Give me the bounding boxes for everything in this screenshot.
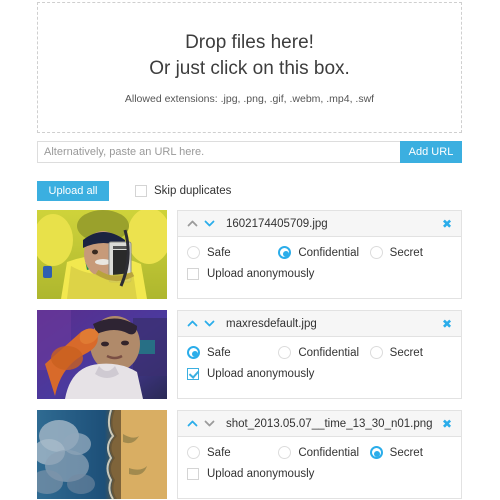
file-panel-header: shot_2013.05.07__time_13_30_n01.png ✖ (178, 411, 461, 437)
url-input[interactable] (37, 141, 400, 163)
privacy-option-secret[interactable]: Secret (369, 346, 455, 359)
upload-anonymously-checkbox[interactable] (187, 268, 199, 280)
privacy-option-safe[interactable]: Safe (187, 446, 272, 459)
move-down-icon[interactable] (203, 317, 216, 330)
privacy-radio-secret[interactable] (369, 346, 383, 359)
privacy-option-label: Confidential (298, 346, 360, 359)
dropzone-allowed-extensions: Allowed extensions: .jpg, .png, .gif, .w… (124, 92, 375, 105)
file-dropzone[interactable]: Drop files here! Or just click on this b… (37, 2, 462, 133)
file-name: maxresdefault.jpg (226, 317, 317, 330)
privacy-option-confidential[interactable]: Confidential (278, 446, 363, 459)
file-panel-body: Safe Confidential Secret Upload anonymou… (178, 437, 461, 480)
file-thumbnail[interactable] (37, 310, 167, 399)
privacy-radio-safe[interactable] (187, 346, 200, 359)
upload-anonymously-label: Upload anonymously (207, 268, 315, 280)
privacy-option-label: Secret (389, 446, 423, 459)
privacy-option-confidential[interactable]: Confidential (278, 246, 363, 259)
move-up-icon[interactable] (186, 317, 199, 330)
privacy-radio-group: Safe Confidential Secret (187, 246, 461, 259)
privacy-option-label: Secret (389, 246, 423, 259)
move-down-icon[interactable] (203, 417, 216, 430)
skip-duplicates-control[interactable]: Skip duplicates (135, 185, 231, 197)
remove-file-icon[interactable]: ✖ (442, 418, 452, 430)
upload-anonymously-checkbox[interactable] (187, 368, 199, 380)
privacy-option-label: Safe (207, 246, 231, 259)
privacy-radio-secret[interactable] (369, 246, 383, 259)
privacy-radio-secret[interactable] (369, 446, 383, 459)
remove-file-icon[interactable]: ✖ (442, 218, 452, 230)
privacy-option-label: Confidential (298, 246, 360, 259)
move-up-icon[interactable] (186, 217, 199, 230)
privacy-option-confidential[interactable]: Confidential (278, 346, 363, 359)
file-item: 1602174405709.jpg ✖ Safe Confidential Se… (37, 210, 462, 299)
upload-anonymously-control[interactable]: Upload anonymously (187, 268, 461, 280)
privacy-radio-confidential[interactable] (278, 446, 292, 459)
file-panel-header: 1602174405709.jpg ✖ (178, 211, 461, 237)
privacy-option-label: Safe (207, 346, 231, 359)
move-up-icon[interactable] (186, 417, 199, 430)
upload-page: Drop files here! Or just click on this b… (0, 0, 500, 500)
privacy-option-label: Secret (389, 346, 423, 359)
upload-anonymously-checkbox[interactable] (187, 468, 199, 480)
file-panel-body: Safe Confidential Secret Upload anonymou… (178, 237, 461, 280)
upload-actions-row: Upload all Skip duplicates (37, 181, 462, 201)
dropzone-headline: Drop files here! (185, 31, 314, 53)
add-url-button[interactable]: Add URL (400, 141, 462, 163)
upload-anonymously-control[interactable]: Upload anonymously (187, 368, 461, 380)
file-panel: 1602174405709.jpg ✖ Safe Confidential Se… (177, 210, 462, 299)
url-input-row: Add URL (37, 141, 462, 163)
privacy-option-secret[interactable]: Secret (369, 446, 455, 459)
upload-anonymously-label: Upload anonymously (207, 368, 315, 380)
dropzone-subline: Or just click on this box. (149, 57, 350, 79)
privacy-option-label: Safe (207, 446, 231, 459)
privacy-radio-confidential[interactable] (278, 346, 292, 359)
file-thumbnail[interactable] (37, 410, 167, 499)
privacy-radio-group: Safe Confidential Secret (187, 446, 461, 459)
file-panel: shot_2013.05.07__time_13_30_n01.png ✖ Sa… (177, 410, 462, 499)
upload-anonymously-label: Upload anonymously (207, 468, 315, 480)
file-panel: maxresdefault.jpg ✖ Safe Confidential Se… (177, 310, 462, 399)
file-item: maxresdefault.jpg ✖ Safe Confidential Se… (37, 310, 462, 399)
file-thumbnail[interactable] (37, 210, 167, 299)
privacy-radio-safe[interactable] (187, 246, 200, 259)
privacy-radio-group: Safe Confidential Secret (187, 346, 461, 359)
privacy-option-label: Confidential (298, 446, 360, 459)
privacy-radio-safe[interactable] (187, 446, 200, 459)
file-panel-header: maxresdefault.jpg ✖ (178, 311, 461, 337)
file-panel-body: Safe Confidential Secret Upload anonymou… (178, 337, 461, 380)
file-name: 1602174405709.jpg (226, 217, 328, 230)
privacy-option-safe[interactable]: Safe (187, 346, 272, 359)
skip-duplicates-checkbox[interactable] (135, 185, 147, 197)
privacy-option-secret[interactable]: Secret (369, 246, 455, 259)
upload-anonymously-control[interactable]: Upload anonymously (187, 468, 461, 480)
file-item: shot_2013.05.07__time_13_30_n01.png ✖ Sa… (37, 410, 462, 499)
privacy-radio-confidential[interactable] (278, 246, 292, 259)
upload-all-button[interactable]: Upload all (37, 181, 109, 201)
file-name: shot_2013.05.07__time_13_30_n01.png (226, 417, 433, 430)
move-down-icon[interactable] (203, 217, 216, 230)
remove-file-icon[interactable]: ✖ (442, 318, 452, 330)
skip-duplicates-label: Skip duplicates (154, 185, 232, 197)
privacy-option-safe[interactable]: Safe (187, 246, 272, 259)
